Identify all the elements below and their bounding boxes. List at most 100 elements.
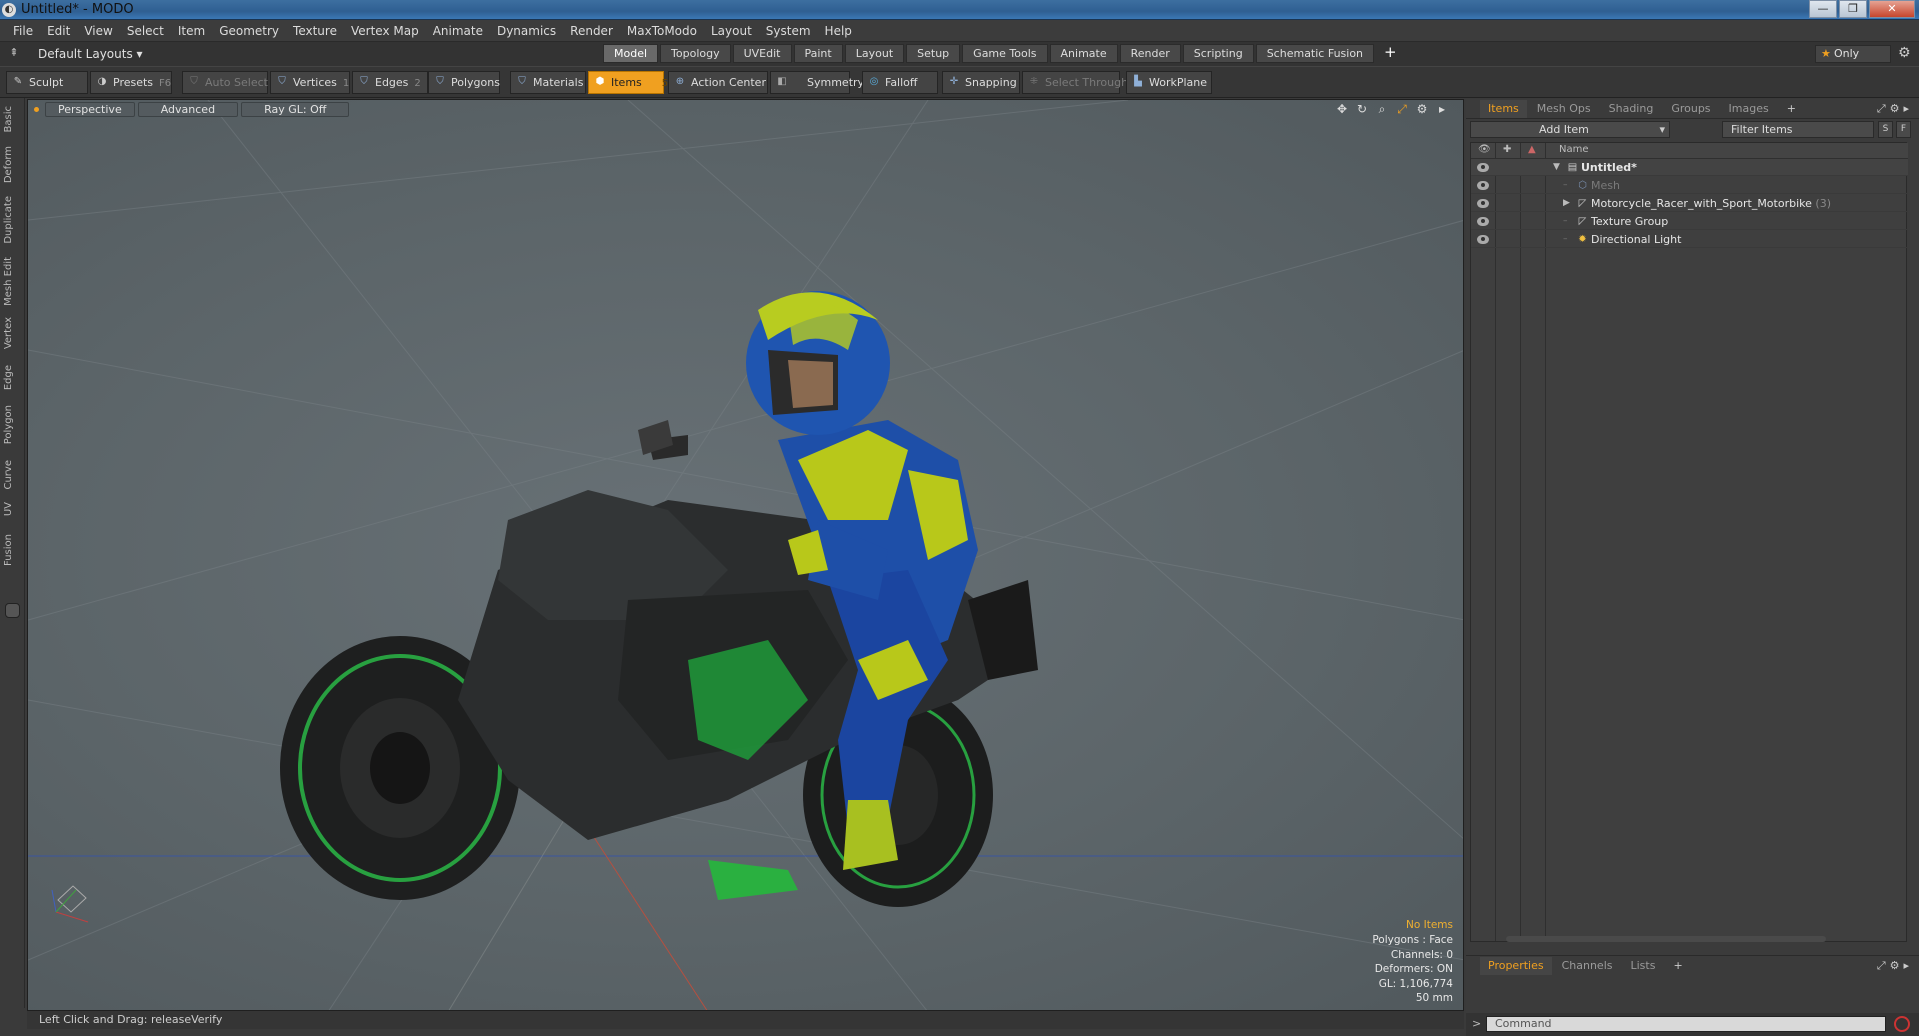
presets-button[interactable]: ◑ Presets F6 bbox=[90, 71, 172, 94]
vertices-button[interactable]: ⛉ Vertices 1 bbox=[270, 71, 350, 94]
viewport-menu-icon[interactable] bbox=[34, 106, 39, 112]
visibility-eye-icon[interactable] bbox=[1477, 199, 1489, 208]
tree-item-mesh[interactable]: – ⬡ Mesh bbox=[1471, 177, 1908, 194]
tab-polygon[interactable]: Polygon bbox=[3, 401, 21, 448]
edges-button[interactable]: ⛉ Edges 2 bbox=[352, 71, 428, 94]
f-button[interactable]: F bbox=[1896, 121, 1911, 138]
menu-item[interactable]: Item bbox=[171, 24, 212, 38]
maximize-button[interactable]: ❐ bbox=[1839, 0, 1867, 18]
tab-uv[interactable]: UV bbox=[3, 498, 21, 520]
menu-edit[interactable]: Edit bbox=[40, 24, 77, 38]
tab-shading[interactable]: Shading bbox=[1601, 100, 1662, 118]
pan-icon[interactable]: ✥ bbox=[1335, 102, 1349, 117]
menu-file[interactable]: File bbox=[6, 24, 40, 38]
visibility-eye-icon[interactable] bbox=[1477, 163, 1489, 172]
tab-layout[interactable]: Layout bbox=[844, 44, 905, 63]
viewport-settings-icon[interactable]: ⚙ bbox=[1415, 102, 1429, 117]
panel-options-icon[interactable]: ⤢⚙▸ bbox=[1877, 102, 1913, 116]
tab-fusion[interactable]: Fusion bbox=[3, 530, 21, 570]
tab-edge[interactable]: Edge bbox=[3, 361, 21, 394]
menu-help[interactable]: Help bbox=[818, 24, 859, 38]
shading-dropdown[interactable]: Advanced bbox=[137, 101, 239, 117]
tab-channels[interactable]: Channels bbox=[1554, 957, 1621, 975]
command-history-icon[interactable]: > bbox=[1472, 1017, 1481, 1030]
tab-images[interactable]: Images bbox=[1721, 100, 1777, 118]
add-properties-tab-icon[interactable]: + bbox=[1665, 957, 1690, 975]
symmetry-button[interactable]: ◧ Symmetry bbox=[770, 71, 864, 94]
select-through-button[interactable]: ⁜ Select Through bbox=[1022, 71, 1128, 94]
tree-item-directional-light[interactable]: – ✹ Directional Light bbox=[1471, 231, 1908, 248]
palette-toggle-icon[interactable] bbox=[5, 603, 20, 618]
viewport-expand-icon[interactable]: ▸ bbox=[1435, 102, 1449, 117]
visibility-eye-icon[interactable] bbox=[1477, 217, 1489, 226]
tree-vertical-scrollbar[interactable] bbox=[1908, 142, 1918, 942]
tab-model[interactable]: Model bbox=[603, 44, 659, 63]
tab-mesh-edit[interactable]: Mesh Edit bbox=[3, 253, 21, 310]
menu-select[interactable]: Select bbox=[120, 24, 171, 38]
maximize-viewport-icon[interactable]: ⤢ bbox=[1395, 102, 1409, 117]
view-mode-dropdown[interactable]: Perspective bbox=[45, 101, 135, 117]
zoom-icon[interactable]: ⌕ bbox=[1375, 102, 1389, 117]
menu-view[interactable]: View bbox=[77, 24, 119, 38]
3d-viewport[interactable]: Perspective Advanced Ray GL: Off ✥ ↻ ⌕ ⤢… bbox=[27, 99, 1464, 1011]
raygl-dropdown[interactable]: Ray GL: Off bbox=[241, 101, 350, 117]
workplane-button[interactable]: ▙ WorkPlane bbox=[1126, 71, 1212, 94]
layout-toggle-icon[interactable]: ⇞ bbox=[6, 46, 22, 62]
menu-dynamics[interactable]: Dynamics bbox=[490, 24, 563, 38]
tab-mesh-ops[interactable]: Mesh Ops bbox=[1529, 100, 1599, 118]
snapping-button[interactable]: ✛ Snapping bbox=[942, 71, 1020, 94]
s-button[interactable]: S bbox=[1878, 121, 1893, 138]
tree-horizontal-scrollbar[interactable] bbox=[1506, 936, 1826, 942]
menu-animate[interactable]: Animate bbox=[426, 24, 490, 38]
menu-render[interactable]: Render bbox=[563, 24, 620, 38]
minimize-button[interactable]: — bbox=[1809, 0, 1837, 18]
visibility-eye-icon[interactable] bbox=[1477, 181, 1489, 190]
tab-vertex[interactable]: Vertex bbox=[3, 313, 21, 353]
tree-item-texture-group[interactable]: – ◸ Texture Group bbox=[1471, 213, 1908, 230]
menu-texture[interactable]: Texture bbox=[286, 24, 344, 38]
tab-game-tools[interactable]: Game Tools bbox=[962, 44, 1048, 63]
tab-groups[interactable]: Groups bbox=[1663, 100, 1718, 118]
tree-item-motorcycle-group[interactable]: ▶ ◸ Motorcycle_Racer_with_Sport_Motorbik… bbox=[1471, 195, 1908, 212]
tab-paint[interactable]: Paint bbox=[793, 44, 843, 63]
only-toggle[interactable]: ★ Only bbox=[1815, 45, 1891, 63]
tab-topology[interactable]: Topology bbox=[660, 44, 731, 63]
gear-icon[interactable]: ⚙ bbox=[1898, 45, 1911, 61]
tab-curve[interactable]: Curve bbox=[3, 456, 21, 494]
visibility-eye-icon[interactable] bbox=[1477, 235, 1489, 244]
properties-options-icon[interactable]: ⤢⚙▸ bbox=[1877, 959, 1913, 973]
menu-maxtomodo[interactable]: MaxToModo bbox=[620, 24, 704, 38]
menu-system[interactable]: System bbox=[759, 24, 818, 38]
rotate-icon[interactable]: ↻ bbox=[1355, 102, 1369, 117]
tab-lists[interactable]: Lists bbox=[1623, 957, 1664, 975]
render-column-icon[interactable]: ▲ bbox=[1528, 144, 1536, 155]
tab-deform[interactable]: Deform bbox=[3, 142, 21, 187]
default-layouts-dropdown[interactable]: Default Layouts ▾ bbox=[38, 47, 143, 61]
tab-setup[interactable]: Setup bbox=[906, 44, 961, 63]
tab-duplicate[interactable]: Duplicate bbox=[3, 192, 21, 248]
close-button[interactable]: ✕ bbox=[1869, 0, 1915, 18]
falloff-button[interactable]: ◎ Falloff bbox=[862, 71, 938, 94]
tab-uvedit[interactable]: UVEdit bbox=[732, 44, 792, 63]
filter-items-input[interactable]: Filter Items bbox=[1722, 121, 1874, 138]
add-tab-icon[interactable]: + bbox=[1376, 44, 1405, 63]
tab-schematic-fusion[interactable]: Schematic Fusion bbox=[1255, 44, 1375, 63]
sculpt-button[interactable]: ✎ Sculpt bbox=[6, 71, 88, 94]
menu-geometry[interactable]: Geometry bbox=[212, 24, 286, 38]
polygons-button[interactable]: ⛉ Polygons bbox=[428, 71, 500, 94]
menu-layout[interactable]: Layout bbox=[704, 24, 759, 38]
tree-item-scene[interactable]: ▼ ▤ Untitled* bbox=[1471, 159, 1908, 176]
command-input[interactable]: Command bbox=[1486, 1016, 1886, 1032]
materials-button[interactable]: ⛉ Materials bbox=[510, 71, 586, 94]
tab-basic[interactable]: Basic bbox=[3, 102, 21, 136]
visibility-column-icon[interactable]: 👁 bbox=[1478, 144, 1491, 155]
tab-render[interactable]: Render bbox=[1119, 44, 1181, 63]
items-button[interactable]: ⬢ Items 5 bbox=[588, 71, 668, 94]
lock-column-icon[interactable]: ✚ bbox=[1503, 144, 1511, 155]
add-item-dropdown[interactable]: Add Item ▾ bbox=[1470, 121, 1670, 138]
expand-arrow-icon[interactable]: ▶ bbox=[1563, 195, 1570, 212]
auto-select-button[interactable]: ⛉ Auto Select bbox=[182, 71, 268, 94]
scene-render[interactable] bbox=[28, 100, 1464, 1011]
tab-scripting[interactable]: Scripting bbox=[1182, 44, 1254, 63]
action-center-button[interactable]: ⊕ Action Center bbox=[668, 71, 768, 94]
